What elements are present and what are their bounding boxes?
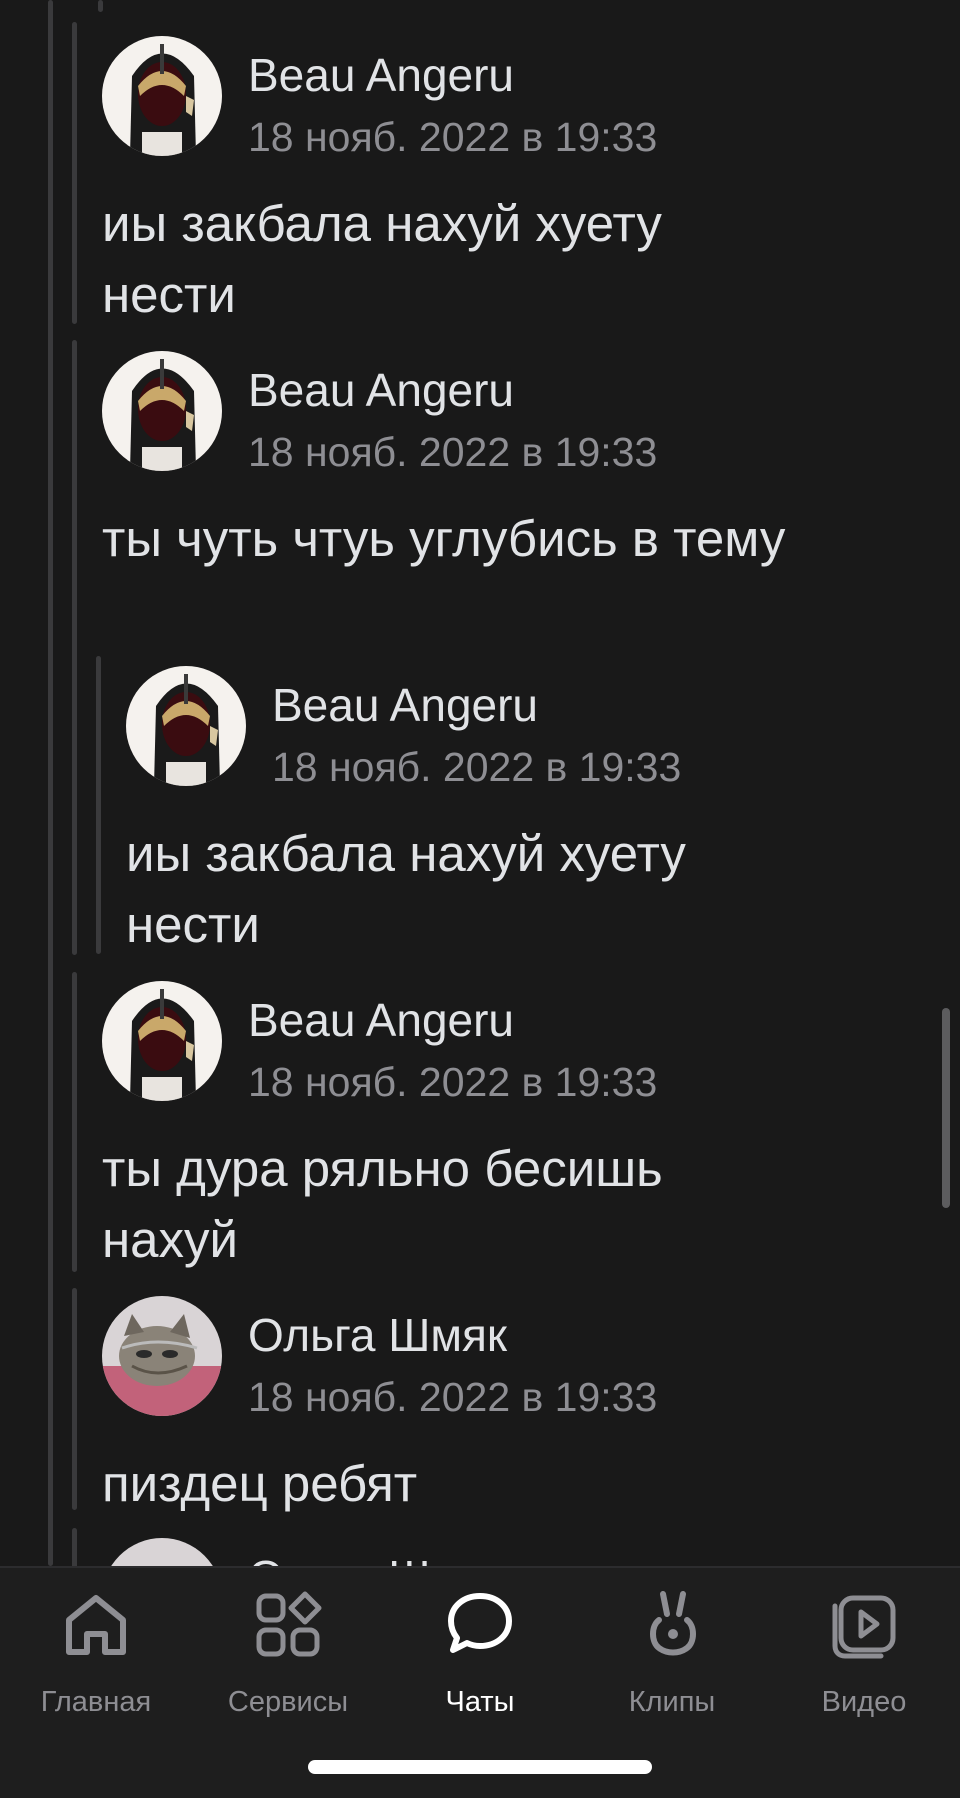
home-icon bbox=[66, 1595, 126, 1655]
comment-text: иы закбала нахуй хуету нести bbox=[126, 825, 686, 953]
comment-author[interactable]: Beau Angeru bbox=[248, 48, 514, 102]
dark-figure-avatar-icon bbox=[102, 351, 222, 471]
tab-label: Клипы bbox=[628, 1686, 716, 1718]
comment-time: 18 нояб. 2022 в 19:33 bbox=[272, 744, 682, 790]
chat-bubble-icon bbox=[448, 1593, 512, 1653]
tab-video[interactable]: Видео bbox=[768, 1590, 960, 1718]
thread-line bbox=[72, 1288, 77, 1510]
comment-text: пиздец ребят bbox=[102, 1455, 418, 1512]
comment[interactable] bbox=[0, 0, 930, 10]
thread-line bbox=[72, 972, 77, 1272]
thread-line bbox=[72, 1528, 77, 1566]
thread-line bbox=[72, 340, 77, 955]
comment-author[interactable]: Beau Angeru bbox=[272, 678, 538, 732]
tab-label: Сервисы bbox=[227, 1686, 349, 1718]
comment-text: ты чуть чтуь углубись в тему bbox=[102, 510, 786, 567]
avatar[interactable] bbox=[102, 1296, 222, 1416]
avatar[interactable] bbox=[102, 1538, 222, 1566]
avatar[interactable] bbox=[126, 666, 246, 786]
comment-time: 18 нояб. 2022 в 19:33 bbox=[248, 114, 658, 160]
dark-figure-avatar-icon bbox=[126, 666, 246, 786]
cat-avatar-icon bbox=[102, 1538, 222, 1566]
cat-avatar-icon bbox=[102, 1296, 222, 1416]
clips-icon bbox=[650, 1591, 696, 1656]
tab-services[interactable]: Сервисы bbox=[192, 1590, 384, 1718]
comment-author[interactable]: Ольга Шмяк bbox=[248, 1550, 507, 1566]
comment-time: 18 нояб. 2022 в 19:33 bbox=[248, 429, 658, 475]
tab-home[interactable]: Главная bbox=[0, 1590, 192, 1718]
avatar[interactable] bbox=[102, 36, 222, 156]
thread-line-nested bbox=[96, 656, 101, 954]
scrollbar[interactable] bbox=[942, 1008, 950, 1208]
tab-chats[interactable]: Чаты bbox=[384, 1590, 576, 1718]
home-indicator[interactable] bbox=[308, 1760, 652, 1774]
comment-author[interactable]: Ольга Шмяк bbox=[248, 1308, 507, 1362]
tab-label: Видео bbox=[821, 1686, 907, 1718]
services-icon bbox=[256, 1591, 322, 1657]
comment-author[interactable]: Beau Angeru bbox=[248, 993, 514, 1047]
comment-author[interactable]: Beau Angeru bbox=[248, 363, 514, 417]
dark-figure-avatar-icon bbox=[102, 981, 222, 1101]
comment-text: ты дура ряльно бесишь нахуй bbox=[102, 1140, 663, 1268]
comment[interactable]: Beau Angeru 18 нояб. 2022 в 19:33 иы зак… bbox=[0, 0, 930, 330]
avatar[interactable] bbox=[102, 351, 222, 471]
comment-text: иы закбала нахуй хуету нести bbox=[102, 195, 662, 323]
dark-figure-avatar-icon bbox=[102, 36, 222, 156]
video-icon bbox=[832, 1595, 896, 1659]
comment-time: 18 нояб. 2022 в 19:33 bbox=[248, 1374, 658, 1420]
comment-time: 18 нояб. 2022 в 19:33 bbox=[248, 1059, 658, 1105]
tab-label: Главная bbox=[40, 1686, 152, 1718]
comment-thread: Beau Angeru 18 нояб. 2022 в 19:33 иы зак… bbox=[0, 0, 960, 1566]
tab-clips[interactable]: Клипы bbox=[576, 1590, 768, 1718]
tab-label: Чаты bbox=[445, 1686, 515, 1718]
avatar[interactable] bbox=[102, 981, 222, 1101]
